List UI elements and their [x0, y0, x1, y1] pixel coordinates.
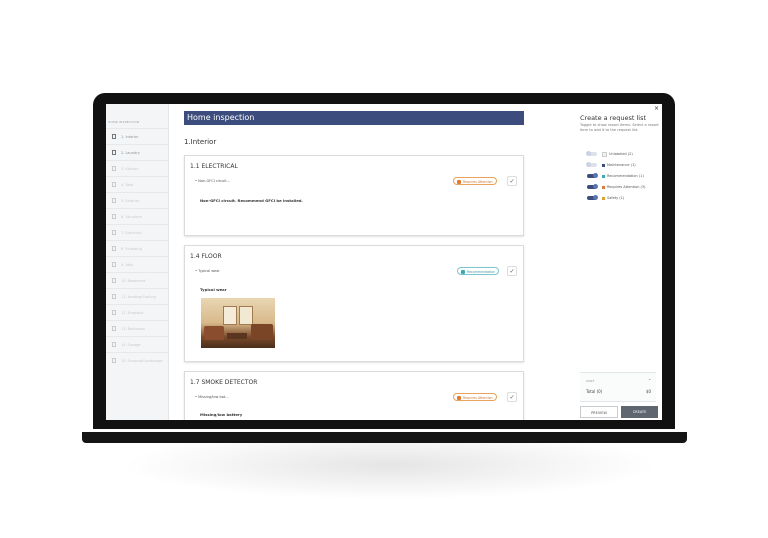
sidebar-item-interior[interactable]: 1. Interior [106, 128, 168, 144]
tag-icon [457, 396, 461, 400]
sidebar-title: HOME INSPECTION [108, 120, 140, 124]
toggle-switch[interactable] [587, 184, 598, 189]
sidebar-item-structure[interactable]: 6. Structure [106, 208, 168, 224]
panel-title: Create a request list [580, 114, 647, 122]
bookmark-icon [112, 246, 116, 251]
bookmark-icon [112, 134, 116, 139]
filter-toggle-unlabeled[interactable]: Unlabeled (2) [586, 150, 633, 158]
preview-button[interactable]: PREVIEW [580, 406, 618, 418]
bookmark-icon [112, 358, 116, 363]
sidebar-item-kitchen[interactable]: 3. Kitchen [106, 160, 168, 176]
total-label: Total (0) [586, 389, 603, 394]
toggle-switch[interactable] [586, 151, 597, 156]
bookmark-icon [112, 198, 116, 203]
chevron-down-icon[interactable]: ⌄ [648, 376, 651, 381]
bookmark-icon [112, 342, 116, 347]
card-summary: • Typical wear [195, 269, 220, 273]
card-summary: • Missing/low bat... [195, 395, 229, 399]
report-main: Home inspection 1.Interior 1.1 ELECTRICA… [168, 104, 551, 420]
bookmark-icon [112, 326, 116, 331]
tag-icon [602, 151, 607, 157]
sidebar-item-attic[interactable]: 9. Attic [106, 256, 168, 272]
sidebar-item-grounds[interactable]: 15. Grounds/Landscape [106, 352, 168, 368]
sidebar-item-laundry[interactable]: 2. Laundry [106, 144, 168, 160]
tag-icon [457, 180, 461, 184]
app-screen: HOME INSPECTION 1. Interior 2. Laundry 3… [106, 104, 662, 420]
tag-icon [602, 196, 605, 200]
sidebar-item-electrical[interactable]: 7. Electrical [106, 224, 168, 240]
bookmark-icon [112, 166, 116, 171]
check-icon[interactable]: ✓ [507, 266, 517, 276]
close-icon[interactable]: × [654, 105, 659, 112]
sidebar-item-bathroom[interactable]: 13. Bathroom [106, 320, 168, 336]
laptop-base [82, 432, 687, 443]
bookmark-icon [112, 262, 116, 267]
bookmark-icon [112, 310, 116, 315]
status-badge[interactable]: Recommendation [457, 267, 500, 275]
tag-icon [602, 174, 605, 178]
toggle-switch[interactable] [587, 173, 598, 178]
panel-description: Toggle to show report items. Select a re… [580, 123, 659, 132]
bookmark-icon [112, 182, 116, 187]
check-icon[interactable]: ✓ [507, 392, 517, 402]
sidebar-item-exterior[interactable]: 5. Exterior [106, 192, 168, 208]
filter-toggle-recommendation[interactable]: Recommendation (1) [587, 172, 644, 180]
sidebar-item-garage[interactable]: 14. Garage [106, 336, 168, 352]
sidebar-item-plumbing[interactable]: 8. Plumbing [106, 240, 168, 256]
request-panel: × Create a request list Toggle to show r… [551, 104, 662, 420]
create-button[interactable]: CREATE [621, 406, 658, 418]
status-badge[interactable]: Requires Attention [453, 393, 497, 401]
sidebar-item-fireplace[interactable]: 12. Fireplace [106, 304, 168, 320]
tag-icon [602, 185, 605, 189]
cost-label: COST [586, 379, 595, 383]
card-title: 1.7 SMOKE DETECTOR [190, 379, 258, 386]
tag-icon [461, 270, 465, 274]
filter-toggle-requires-attention[interactable]: Requires Attention (3) [587, 183, 646, 191]
card-comment: Typical wear [200, 287, 227, 292]
room-photo[interactable] [201, 298, 275, 348]
card-comment: Non-GFCI circuit. Recommend GFCI be inst… [200, 198, 303, 203]
section-title: 1.Interior [184, 138, 217, 146]
card-title: 1.1 ELECTRICAL [190, 163, 238, 170]
cost-summary: COST ⌄ Total (0) $0 [580, 372, 656, 402]
toggle-switch[interactable] [587, 195, 598, 200]
filter-toggle-maintenance[interactable]: Maintenance (1) [586, 161, 636, 169]
card-comment: Missing/low battery [200, 412, 243, 417]
sidebar: HOME INSPECTION 1. Interior 2. Laundry 3… [106, 104, 169, 420]
status-badge[interactable]: Requires Attention [453, 177, 497, 185]
toggle-switch[interactable] [586, 162, 597, 167]
bookmark-icon [112, 150, 116, 155]
sidebar-item-basement[interactable]: 10. Basement [106, 272, 168, 288]
bookmark-icon [112, 214, 116, 219]
card-summary: • Non-GFCI circuit... [195, 179, 230, 183]
bookmark-icon [112, 230, 116, 235]
check-icon[interactable]: ✓ [507, 176, 517, 186]
bookmark-icon [112, 278, 116, 283]
bookmark-icon [112, 294, 116, 299]
filter-toggle-safety[interactable]: Safety (1) [587, 194, 624, 202]
sidebar-item-roof[interactable]: 4. Roof [106, 176, 168, 192]
tag-icon [602, 163, 605, 167]
report-item-card[interactable]: 1.7 SMOKE DETECTOR • Missing/low bat... … [184, 371, 524, 420]
card-title: 1.4 FLOOR [190, 253, 222, 260]
total-value: $0 [646, 389, 652, 394]
report-item-card[interactable]: 1.4 FLOOR • Typical wear Recommendation … [184, 245, 524, 362]
report-item-card[interactable]: 1.1 ELECTRICAL • Non-GFCI circuit... Req… [184, 155, 524, 236]
sidebar-item-heating[interactable]: 11. Heating/Cooling [106, 288, 168, 304]
page-title: Home inspection [184, 111, 524, 125]
